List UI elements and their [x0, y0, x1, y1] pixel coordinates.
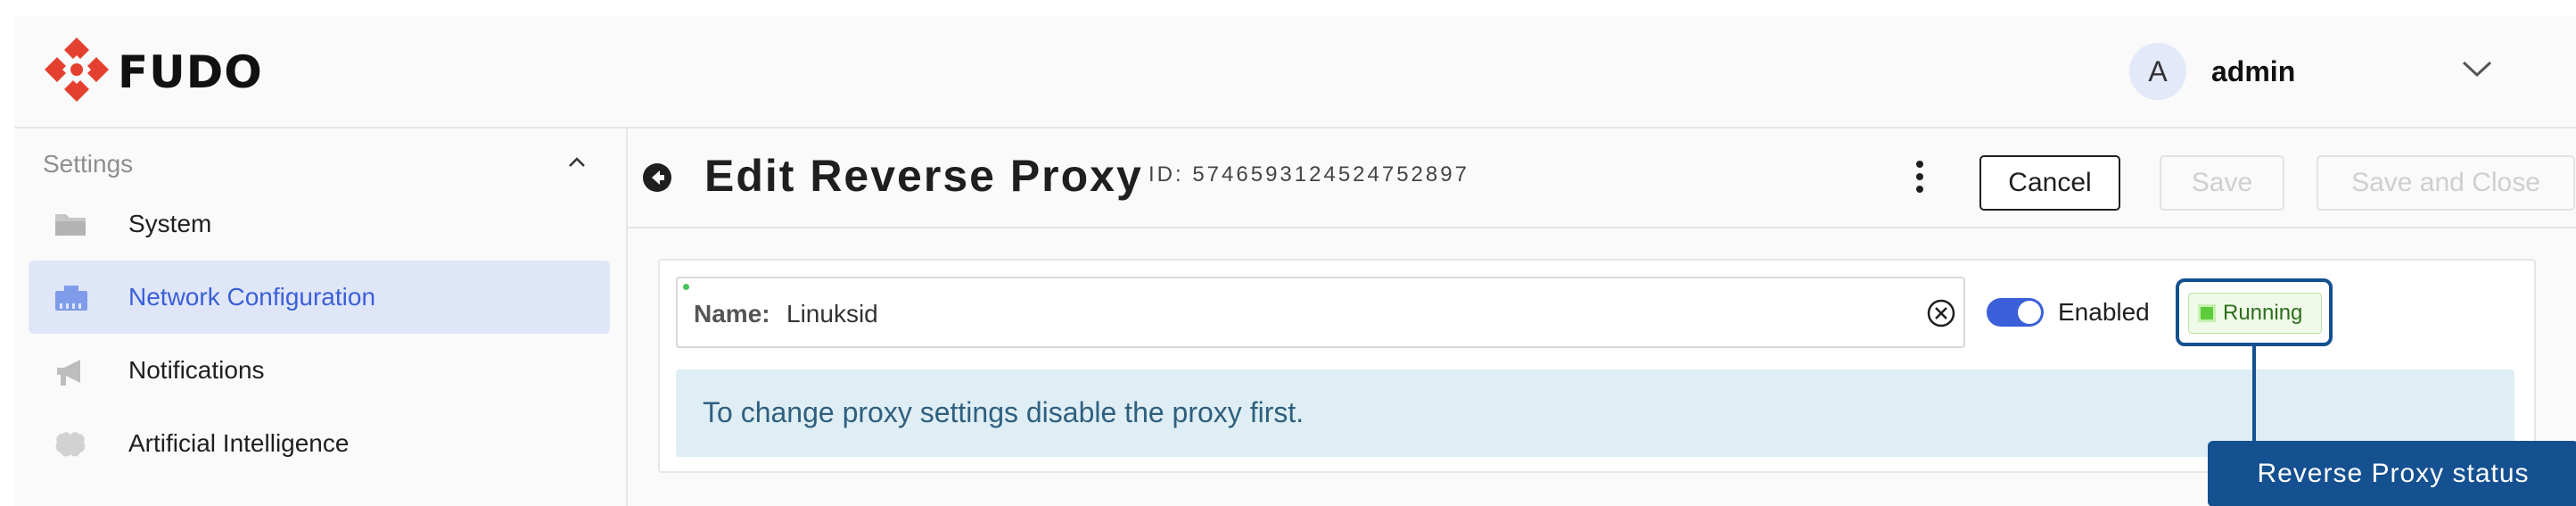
- fudo-logo-text: FUDO: [118, 46, 263, 98]
- sidebar: Settings System Network Configuration No…: [14, 129, 628, 506]
- top-bar: FUDO A admin: [14, 16, 2576, 129]
- save-button[interactable]: Save: [2160, 155, 2284, 211]
- enabled-label: Enabled: [2058, 298, 2150, 326]
- sidebar-section-title: Settings: [43, 150, 134, 178]
- sidebar-item-artificial-intelligence[interactable]: Artificial Intelligence: [29, 407, 610, 480]
- cancel-button[interactable]: Cancel: [1979, 155, 2120, 211]
- main-content: Edit Reverse Proxy ID: 57465931245247528…: [628, 129, 2576, 506]
- sidebar-section-header[interactable]: Settings: [43, 150, 587, 178]
- chevron-down-icon[interactable]: [2461, 59, 2493, 83]
- page-header: Edit Reverse Proxy ID: 57465931245247528…: [628, 129, 2576, 228]
- sidebar-item-label: Network Configuration: [128, 283, 376, 311]
- status-badge: Running: [2188, 293, 2322, 334]
- megaphone-icon: [53, 357, 87, 392]
- folder-icon: [53, 211, 87, 242]
- clear-icon[interactable]: [1926, 298, 1956, 333]
- network-icon: [53, 284, 89, 317]
- save-and-close-button[interactable]: Save and Close: [2317, 155, 2575, 211]
- sidebar-item-label: Notifications: [128, 356, 265, 384]
- avatar[interactable]: A: [2129, 43, 2186, 100]
- sidebar-item-network-configuration[interactable]: Network Configuration: [29, 261, 610, 334]
- status-indicator-icon: [2198, 304, 2216, 322]
- toggle-knob: [2018, 301, 2041, 324]
- callout-connector: [2252, 346, 2256, 441]
- record-id: ID: 5746593124524752897: [1148, 162, 1469, 187]
- info-alert-text: To change proxy settings disable the pro…: [703, 396, 1304, 428]
- sidebar-item-label: Artificial Intelligence: [128, 429, 350, 457]
- page-title: Edit Reverse Proxy: [704, 151, 1143, 201]
- fudo-logo-icon: [41, 34, 112, 110]
- sidebar-item-notifications[interactable]: Notifications: [29, 334, 610, 407]
- chevron-up-icon[interactable]: [567, 156, 587, 173]
- callout-label: Reverse Proxy status: [2208, 441, 2576, 506]
- name-field[interactable]: Name: Linuksid: [676, 277, 1965, 348]
- proxy-card: Name: Linuksid Enabled Running To change…: [658, 259, 2576, 506]
- app-window: FUDO A admin Settings System Network Con…: [14, 16, 2576, 506]
- back-arrow-icon[interactable]: [642, 162, 672, 197]
- name-input[interactable]: Linuksid: [786, 300, 878, 328]
- sidebar-item-system[interactable]: System: [29, 187, 610, 261]
- modified-indicator: [683, 284, 689, 290]
- enabled-toggle[interactable]: [1987, 298, 2044, 327]
- username[interactable]: admin: [2211, 55, 2295, 88]
- brain-icon: [53, 430, 87, 465]
- sidebar-item-label: System: [128, 210, 212, 237]
- name-label: Name:: [694, 300, 770, 328]
- fudo-logo[interactable]: FUDO: [41, 34, 263, 110]
- user-menu[interactable]: A admin: [2129, 43, 2295, 100]
- more-options-icon[interactable]: [1914, 159, 1925, 199]
- status-text: Running: [2223, 301, 2303, 325]
